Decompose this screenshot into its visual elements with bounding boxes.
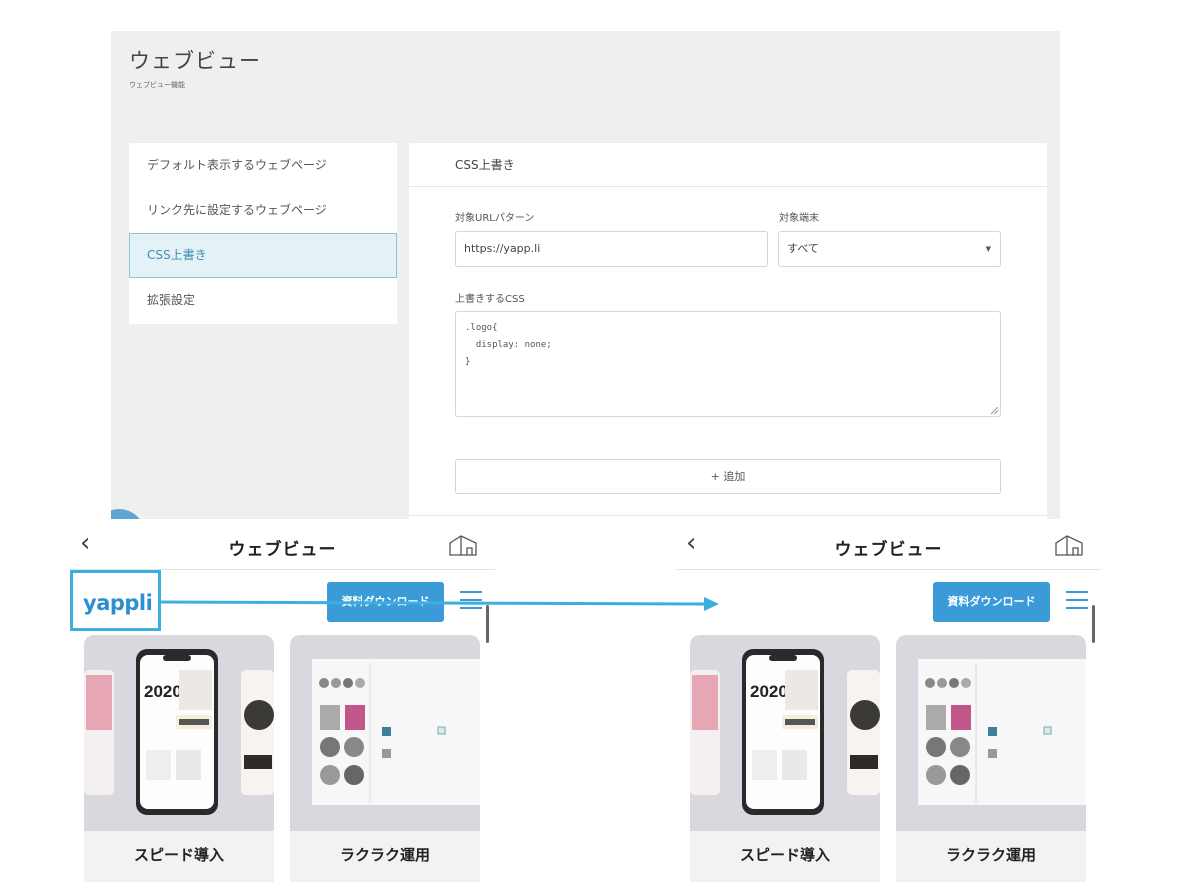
css-line: .logo{ <box>465 323 498 333</box>
home-icon[interactable] <box>1054 534 1084 556</box>
logo-highlight-box <box>70 570 161 631</box>
navbar-title: ウェブビュー <box>834 540 943 560</box>
sidenav-item-link-page[interactable]: リンク先に設定するウェブページ <box>129 188 397 233</box>
feature-image <box>290 635 480 831</box>
download-button[interactable]: 資料ダウンロード <box>933 582 1050 622</box>
override-css-label: 上書きするCSS <box>455 294 525 305</box>
phone-mockup-illustration: 2020 <box>84 649 274 815</box>
target-device-value: すべて <box>787 242 819 255</box>
page-subtitle: ウェブビュー機能 <box>129 81 185 89</box>
css-line: display: none; <box>465 340 552 350</box>
phone-preview-before: ‹ ウェブビュー yappli 資料ダウンロード <box>70 519 495 882</box>
card-title: CSS上書き <box>409 143 1047 187</box>
hamburger-menu-icon[interactable] <box>1066 591 1088 609</box>
dashboard-illustration <box>918 659 1086 805</box>
feature-image: 2020 <box>690 635 880 831</box>
feature-caption: ラクラク運用 <box>896 831 1086 882</box>
page-title: ウェブビュー <box>129 49 261 73</box>
feature-tile-easy-ops[interactable]: ラクラク運用 <box>290 635 480 882</box>
card-divider <box>409 515 1047 516</box>
feature-tile-speed[interactable]: 2020 スピード導入 <box>690 635 880 882</box>
feature-caption: スピード導入 <box>690 831 880 882</box>
home-icon[interactable] <box>448 534 478 556</box>
url-pattern-input[interactable]: https://yapp.li <box>455 231 768 267</box>
feature-image: 2020 <box>84 635 274 831</box>
sidenav-item-extended-settings[interactable]: 拡張設定 <box>129 278 397 323</box>
feature-tile-easy-ops[interactable]: ラクラク運用 <box>896 635 1086 882</box>
target-device-label: 対象端末 <box>779 213 819 224</box>
phone-mockup-illustration: 2020 <box>690 649 880 815</box>
override-css-textarea[interactable]: .logo{ display: none; } <box>455 311 1001 417</box>
app-navbar: ‹ ウェブビュー <box>70 519 495 570</box>
resize-grip-icon[interactable] <box>991 407 998 414</box>
scrollbar[interactable] <box>1092 605 1095 643</box>
dashboard-illustration <box>312 659 480 805</box>
sidenav-item-default-page[interactable]: デフォルト表示するウェブページ <box>129 143 397 188</box>
hero-year-text: 2020 <box>750 682 788 701</box>
feature-caption: スピード導入 <box>84 831 274 882</box>
app-navbar: ‹ ウェブビュー <box>676 519 1101 570</box>
admin-panel: ウェブビュー ウェブビュー機能 デフォルト表示するウェブページ リンク先に設定す… <box>111 31 1060 519</box>
phone-preview-after: ‹ ウェブビュー 資料ダウンロード 2020 スピード導入 ラクラク運用 <box>676 519 1101 882</box>
floating-action-button[interactable] <box>111 509 145 519</box>
settings-sidenav: デフォルト表示するウェブページ リンク先に設定するウェブページ CSS上書き 拡… <box>129 143 397 324</box>
sidenav-item-css-override[interactable]: CSS上書き <box>129 233 397 278</box>
feature-image <box>896 635 1086 831</box>
screenshot-stage: ウェブビュー ウェブビュー機能 デフォルト表示するウェブページ リンク先に設定す… <box>0 0 1196 882</box>
css-line: } <box>465 357 471 367</box>
target-device-select[interactable]: すべて ▼ <box>778 231 1001 267</box>
feature-tile-speed[interactable]: 2020 スピード導入 <box>84 635 274 882</box>
navbar-title: ウェブビュー <box>228 540 337 560</box>
feature-caption: ラクラク運用 <box>290 831 480 882</box>
css-override-card: CSS上書き 対象URLパターン https://yapp.li 対象端末 すべ… <box>409 143 1047 519</box>
hero-year-text: 2020 <box>144 682 182 701</box>
add-rule-button[interactable]: + 追加 <box>455 459 1001 494</box>
url-pattern-label: 対象URLパターン <box>455 213 535 224</box>
arrow-right-icon <box>159 597 719 611</box>
dropdown-caret-icon: ▼ <box>985 245 991 253</box>
